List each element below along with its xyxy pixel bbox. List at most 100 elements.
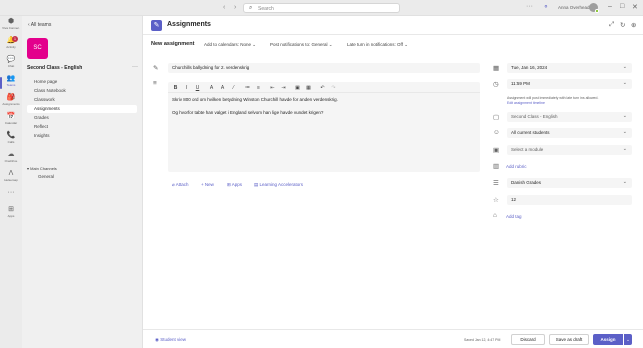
student-view-label: Student view [160, 337, 186, 342]
due-time-picker[interactable]: 11:59 PM ⌄ [507, 79, 632, 89]
rail-label: OneDrive [4, 159, 18, 163]
post-notifications-label: Post notifications to: General [270, 42, 328, 47]
search-input[interactable]: ⌕ Search [243, 3, 400, 13]
learning-accelerators-label: Learning Accelerators [259, 182, 304, 187]
post-notifications-dropdown[interactable]: Post notifications to: General ⌄ [270, 42, 333, 48]
instructions-editor[interactable]: B I U A A ⁄ ≔ ≡ ⇤ ⇥ ▣ ▦ ↶ ↷ Skriv 800 or… [168, 82, 480, 172]
new-label: New [204, 182, 214, 187]
new-button[interactable]: + New [201, 182, 214, 187]
rail-item-chat[interactable]: 💬 Chat [0, 56, 22, 74]
title-input[interactable]: Churchills ballydning for 2. verdenskrig [168, 63, 480, 73]
outdent-button[interactable]: ⇤ [268, 84, 277, 92]
maximize-button[interactable]: □ [620, 3, 624, 10]
rail-item-calendar[interactable]: 📅 Calendar [0, 113, 22, 131]
grading-select[interactable]: Danish Grades ⌄ [507, 178, 632, 188]
image-button[interactable]: ▣ [293, 84, 302, 92]
assign-options-button[interactable]: ⌄ [624, 334, 632, 345]
minimize-button[interactable]: – [608, 3, 612, 10]
close-button[interactable]: ✕ [632, 3, 638, 11]
bullet-list-button[interactable]: ≔ [243, 84, 252, 92]
due-time-value: 11:59 PM [511, 81, 530, 86]
expand-icon[interactable]: ⤢ [609, 21, 614, 29]
forward-nav-button[interactable]: › [234, 4, 236, 11]
class-nav-classwork[interactable]: Classwork [27, 96, 137, 104]
add-to-calendars-dropdown[interactable]: Add to calendars: None ⌄ [204, 42, 256, 48]
rail-item-calls[interactable]: 📞 Calls [0, 132, 22, 150]
rail-item-teams[interactable]: 👥 Teams [0, 75, 22, 93]
bold-button[interactable]: B [171, 84, 180, 92]
all-teams-label: All teams [30, 22, 52, 28]
redo-button[interactable]: ↷ [329, 84, 338, 92]
channels-section[interactable]: ▾ Main Channels [27, 166, 57, 171]
assignment-footer: ◉ Student view Saved Jan 12, 4:47 PM Dis… [143, 329, 643, 348]
add-rubric-link[interactable]: Add rubric [506, 164, 527, 169]
title-value: Churchills ballydning for 2. verdenskrig [172, 65, 250, 70]
rail-item-viva[interactable]: ⬢ Viva Connec. [0, 18, 22, 36]
save-draft-button[interactable]: Save as draft [549, 334, 589, 345]
class-select[interactable]: Second Class - English ⌄ [507, 112, 632, 122]
search-icon: ⌕ [249, 5, 253, 11]
clear-format-button[interactable]: ⁄ [229, 84, 238, 92]
assign-button[interactable]: Assign [593, 334, 623, 345]
undo-button[interactable]: ↶ [318, 84, 327, 92]
settings-more-icon[interactable]: ⚬ [543, 3, 549, 11]
rail-label: Calls [7, 140, 15, 144]
class-nav-insights[interactable]: Insights [27, 132, 137, 140]
class-nav-grades[interactable]: Grades [27, 114, 137, 122]
underline-button[interactable]: U [193, 84, 202, 92]
late-turn-in-dropdown[interactable]: Late turn in notifications: Off ⌄ [347, 42, 408, 48]
due-date-picker[interactable]: Tue, Jan 16, 2024 ⌄ [507, 63, 632, 73]
apps-button[interactable]: ⊞ Apps [227, 182, 242, 188]
rail-label: Chat [7, 64, 15, 68]
student-view-button[interactable]: ◉ Student view [155, 337, 186, 343]
rail-item-assignments[interactable]: 🎒 Assignments [0, 94, 22, 112]
class-name: Second Class - English [27, 65, 83, 71]
chevron-down-icon: ⌄ [327, 42, 333, 47]
apps-icon: ⊞ [8, 206, 14, 213]
discard-button[interactable]: Discard [511, 334, 545, 345]
attach-button[interactable]: ⌀ Attach [172, 182, 188, 188]
rail-item-helsemap[interactable]: Ʌ Helsemap [0, 170, 22, 188]
rail-item-onedrive[interactable]: ☁ OneDrive [0, 151, 22, 169]
indent-button[interactable]: ⇥ [279, 84, 288, 92]
globe-icon[interactable]: ⊕ [631, 21, 636, 29]
numbered-list-button[interactable]: ≡ [254, 84, 263, 92]
points-value: 12 [511, 197, 517, 202]
chevron-down-icon: ⌄ [622, 80, 627, 86]
students-select[interactable]: All current students ⌄ [507, 128, 632, 138]
rail-item-apps[interactable]: ⊞ Apps [0, 206, 22, 224]
rail-label: Apps [7, 214, 15, 218]
class-sidebar: ‹ All teams SC Second Class - English ··… [22, 16, 143, 348]
refresh-icon[interactable]: ↻ [620, 21, 625, 29]
module-select[interactable]: Select a module ⌄ [507, 145, 632, 155]
all-teams-link[interactable]: ‹ All teams [28, 22, 51, 28]
learning-accelerators-button[interactable]: ▤ Learning Accelerators [254, 182, 303, 188]
class-nav-home[interactable]: Home page [27, 78, 137, 86]
rail-item-activity[interactable]: 🔔 Activity 1 [0, 36, 22, 55]
apps-label: Apps [231, 182, 243, 187]
points-input[interactable]: 12 [507, 195, 632, 205]
star-icon: ☆ [493, 197, 499, 204]
instruction-line: Og hvorfor tabte han valget i England se… [172, 110, 324, 115]
class-more-icon[interactable]: ··· [132, 64, 138, 70]
table-button[interactable]: ▦ [304, 84, 313, 92]
add-tag-link[interactable]: Add tag [506, 214, 522, 219]
font-color-button[interactable]: A [207, 84, 216, 92]
teams-icon: 👥 [6, 75, 16, 82]
viva-icon: ⬢ [7, 18, 15, 25]
back-nav-button[interactable]: ‹ [223, 4, 225, 11]
format-toolbar: B I U A A ⁄ ≔ ≡ ⇤ ⇥ ▣ ▦ ↶ ↷ [168, 82, 480, 93]
more-options-button[interactable]: ··· [526, 3, 533, 10]
class-nav-assignments[interactable]: Assignments [27, 105, 137, 113]
title-bar: ‹ › ⌕ Search ⚬ ··· Anna Overhead – □ ✕ [0, 0, 643, 16]
italic-button[interactable]: I [182, 84, 191, 92]
page-title: Assignments [167, 21, 211, 28]
rail-label: Teams [6, 83, 16, 87]
edit-timeline-link[interactable]: Edit assignment timeline [507, 101, 545, 105]
rail-item-more[interactable]: ··· [0, 189, 22, 207]
backpack-icon: 🎒 [6, 94, 16, 101]
class-nav-reflect[interactable]: Reflect [27, 123, 137, 131]
class-nav-notebook[interactable]: Class Notebook [27, 87, 137, 95]
channel-general[interactable]: General [38, 174, 54, 179]
highlight-button[interactable]: A [218, 84, 227, 92]
